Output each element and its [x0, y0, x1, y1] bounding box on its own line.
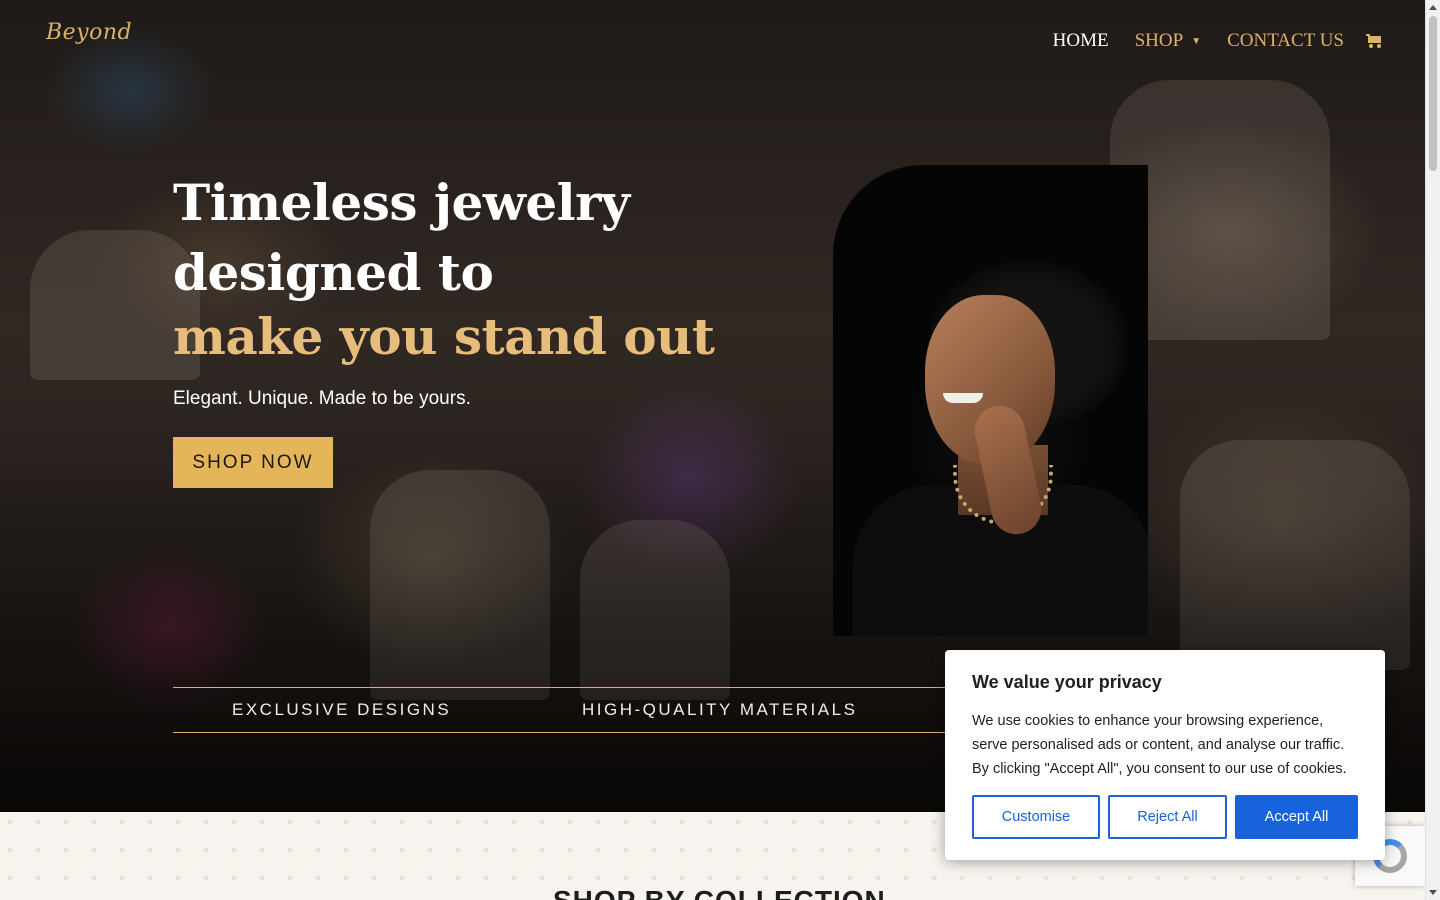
- feature-item: HIGH-QUALITY MATERIALS: [582, 700, 858, 719]
- shop-now-button[interactable]: SHOP NOW: [173, 437, 333, 488]
- chevron-down-icon: ▼: [1191, 35, 1202, 47]
- cookie-buttons: Customise Reject All Accept All: [972, 795, 1358, 839]
- customise-button[interactable]: Customise: [972, 795, 1100, 839]
- accept-all-button[interactable]: Accept All: [1235, 795, 1358, 839]
- vertical-scrollbar[interactable]: [1425, 0, 1440, 900]
- nav-item-label: SHOP: [1134, 30, 1184, 51]
- portrait-smile: [943, 393, 983, 403]
- headline-accent: make you stand out: [173, 307, 715, 366]
- site-logo[interactable]: Beyond: [46, 20, 132, 66]
- cookie-consent-dialog: We value your privacy We use cookies to …: [945, 650, 1385, 860]
- scrollbar-thumb[interactable]: [1429, 16, 1437, 171]
- feature-item: EXCLUSIVE DESIGNS: [232, 700, 452, 719]
- headline-line: Timeless jewelry: [173, 173, 630, 232]
- nav-item-label: CONTACT US: [1227, 30, 1344, 51]
- headline-line: designed to: [173, 243, 494, 302]
- nav-item-home[interactable]: HOME: [1053, 30, 1109, 52]
- collection-title: SHOP BY COLLECTION: [553, 885, 886, 900]
- reject-all-button[interactable]: Reject All: [1108, 795, 1227, 839]
- display-stand: [1180, 440, 1410, 670]
- scroll-down-icon[interactable]: [1429, 890, 1437, 895]
- nav-item-label: HOME: [1052, 30, 1109, 51]
- cookie-text: We use cookies to enhance your browsing …: [972, 713, 1347, 777]
- hero-headline: Timeless jewelry designed to make you st…: [173, 168, 715, 366]
- nav-item-shop[interactable]: SHOP ▼: [1135, 30, 1201, 52]
- cookie-title: We value your privacy: [972, 672, 1162, 692]
- display-stand: [370, 470, 550, 700]
- page: Beyond HOME SHOP ▼ CONTACT US Timeless j…: [0, 0, 1425, 900]
- hero-tagline: Elegant. Unique. Made to be yours.: [173, 388, 471, 409]
- nav-item-contact[interactable]: CONTACT US: [1227, 30, 1344, 52]
- scroll-up-icon[interactable]: [1429, 5, 1437, 10]
- hero-portrait-image: [833, 165, 1148, 636]
- main-nav: HOME SHOP ▼ CONTACT US: [1027, 30, 1382, 52]
- cart-icon[interactable]: [1366, 34, 1382, 48]
- display-stand: [580, 520, 730, 700]
